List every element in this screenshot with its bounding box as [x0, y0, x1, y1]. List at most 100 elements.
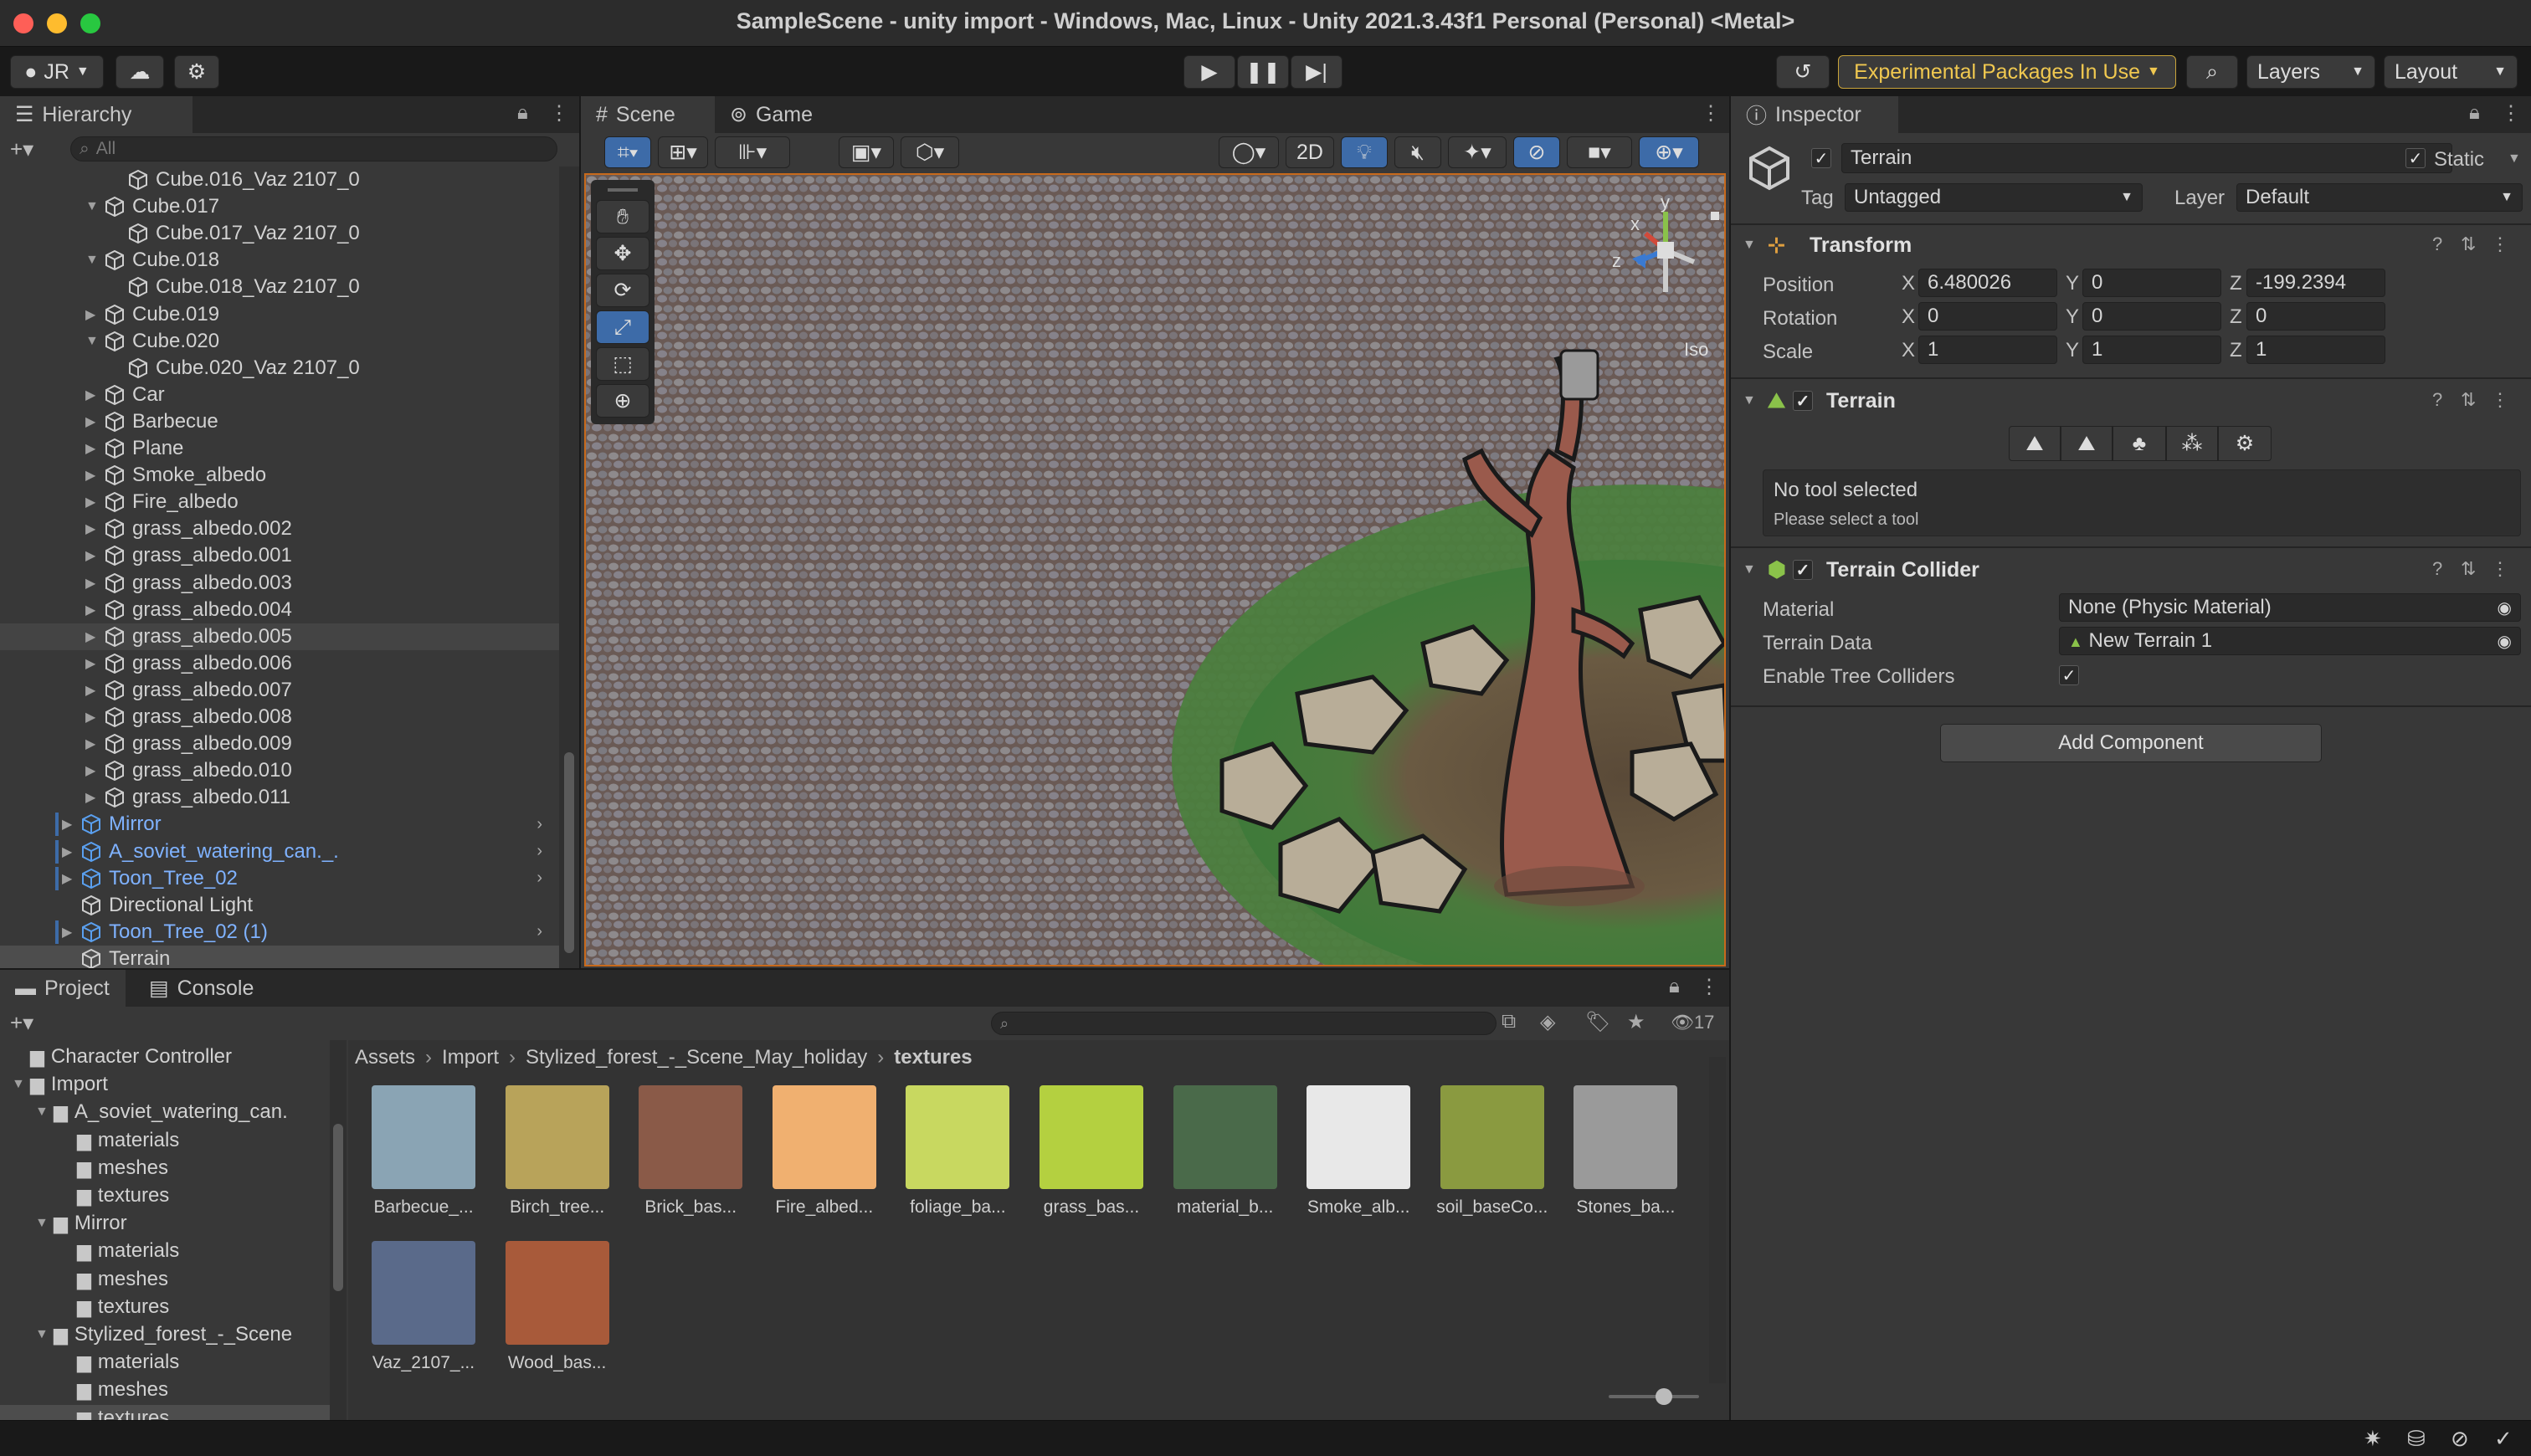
axis-x-label[interactable]: X — [1902, 272, 1915, 295]
rotation-x-field[interactable]: 0 — [1918, 302, 2057, 331]
expand-arrow-icon[interactable]: ▶ — [62, 924, 80, 941]
cloud-button[interactable]: ☁ — [116, 55, 164, 89]
pause-button[interactable]: ❚❚ — [1237, 55, 1289, 89]
collider-enabled-checkbox[interactable]: ✓ — [1793, 560, 1813, 580]
tab-hierarchy[interactable]: ☰ Hierarchy — [0, 96, 193, 133]
zoom-slider-thumb[interactable] — [1656, 1388, 1672, 1405]
hierarchy-item[interactable]: ▶ Toon_Tree_02 (1) › — [0, 919, 559, 946]
folder-scroll-thumb[interactable] — [333, 1124, 343, 1291]
folder-item[interactable]: ▼ ▆ A_soviet_watering_can. — [0, 1099, 330, 1125]
hidden-packages-count[interactable]: 👁︎17 — [1671, 1012, 1714, 1033]
axis-x-label[interactable]: X — [1902, 305, 1915, 329]
asset-item[interactable]: soil_baseCo... — [1425, 1085, 1559, 1233]
axis-y-label[interactable]: Y — [2066, 272, 2079, 295]
help-icon[interactable]: ? — [2432, 389, 2442, 411]
tab-project[interactable]: ▬ Project — [0, 970, 126, 1007]
terrain-settings-button[interactable]: ⚙ — [2218, 426, 2272, 461]
expand-arrow-icon[interactable]: ▶ — [85, 387, 104, 403]
plus-icon[interactable]: +▾ — [10, 1010, 33, 1036]
folder-item[interactable]: ▆ textures — [0, 1404, 330, 1420]
expand-arrow-icon[interactable]: ▶ — [85, 440, 104, 457]
expand-arrow-icon[interactable]: ▶ — [85, 762, 104, 779]
hierarchy-item[interactable]: ▶ Fire_albedo — [0, 489, 559, 515]
static-checkbox[interactable]: ✓ — [2405, 148, 2426, 168]
hierarchy-item[interactable]: Directional Light — [0, 892, 559, 919]
folder-scrollbar[interactable] — [330, 1040, 347, 1420]
terrain-data-field[interactable]: ▲ New Terrain 1 ◉ — [2059, 627, 2521, 655]
folder-item[interactable]: ▆ materials — [0, 1127, 330, 1154]
transform-tool-button[interactable]: ⊕ — [596, 384, 649, 418]
scale-y-field[interactable]: 1 — [2082, 336, 2221, 364]
expand-arrow-icon[interactable]: ▶ — [85, 467, 104, 484]
bug-icon[interactable]: ✷ — [2364, 1426, 2382, 1452]
rotate-tool-button[interactable]: ⟳ — [596, 274, 649, 307]
snap-increment-button[interactable]: ⊪▾ — [715, 136, 790, 168]
asset-item[interactable]: material_b... — [1158, 1085, 1292, 1233]
hierarchy-search-input[interactable]: ⌕ All — [70, 136, 557, 161]
assets-scrollbar[interactable] — [1709, 1057, 1726, 1383]
expand-arrow-icon[interactable]: ▶ — [62, 843, 80, 860]
label-icon[interactable]: 🏷︎ — [1585, 1010, 1610, 1034]
help-icon[interactable]: ? — [2432, 233, 2442, 255]
object-picker-icon[interactable]: ◉ — [2498, 631, 2512, 652]
expand-arrow-icon[interactable]: ▶ — [85, 602, 104, 618]
folder-item[interactable]: ▼ ▆ Stylized_forest_-_Scene — [0, 1321, 330, 1348]
hierarchy-item[interactable]: ▼ Cube.018 — [0, 247, 559, 274]
kebab-menu-icon[interactable]: ⋮ — [2491, 389, 2509, 411]
paint-terrain-button[interactable]: ⛰︎ — [2061, 426, 2113, 461]
presets-icon[interactable]: ⇅ — [2461, 558, 2476, 580]
expand-arrow-icon[interactable]: ▶ — [85, 306, 104, 323]
terrain-collider-header[interactable]: ▼ ⬢ ✓ Terrain Collider — [1743, 551, 2521, 588]
axis-x-label[interactable]: X — [1902, 339, 1915, 362]
history-button[interactable]: ↺ — [1776, 55, 1830, 89]
kebab-menu-icon[interactable]: ⋮ — [2501, 101, 2521, 126]
hierarchy-item[interactable]: ▶ Toon_Tree_02 › — [0, 865, 559, 892]
folder-item[interactable]: ▆ materials — [0, 1238, 330, 1264]
axis-z-label[interactable]: Z — [2230, 272, 2242, 295]
expand-arrow-icon[interactable]: ▶ — [85, 520, 104, 537]
lock-icon[interactable]: 🔒︎ — [2469, 101, 2480, 125]
tab-inspector[interactable]: ⓘ Inspector — [1731, 96, 1898, 133]
axis-y-label[interactable]: Y — [2066, 305, 2079, 329]
hierarchy-item[interactable]: Cube.020_Vaz 2107_0 — [0, 355, 559, 382]
breadcrumb-item[interactable]: textures — [894, 1046, 972, 1069]
breadcrumb-item[interactable]: Stylized_forest_-_Scene_May_holiday — [526, 1046, 867, 1069]
hierarchy-item[interactable]: ▶ grass_albedo.003 — [0, 570, 559, 597]
lock-icon[interactable]: 🔒︎ — [1669, 975, 1680, 998]
hierarchy-item[interactable]: Cube.018_Vaz 2107_0 — [0, 274, 559, 300]
scale-x-field[interactable]: 1 — [1918, 336, 2057, 364]
account-dropdown[interactable]: ● JR ▼ — [10, 55, 104, 89]
folder-item[interactable]: ▆ meshes — [0, 1377, 330, 1403]
folder-item[interactable]: ▆ meshes — [0, 1266, 330, 1293]
add-component-button[interactable]: Add Component — [1940, 724, 2322, 762]
expand-arrow-icon[interactable]: ▶ — [85, 547, 104, 564]
step-button[interactable]: ▶| — [1291, 55, 1343, 89]
search-button[interactable]: ⌕ — [2186, 55, 2238, 89]
rect-tool-button[interactable]: ⬚ — [596, 347, 649, 381]
expand-arrow-icon[interactable]: ▼ — [35, 1327, 54, 1342]
stack-icon[interactable]: ⛁ — [2407, 1426, 2426, 1452]
network-icon[interactable]: ⊘ — [2451, 1426, 2469, 1452]
position-y-field[interactable]: 0 — [2082, 269, 2221, 297]
draw-mode-button[interactable]: ▣▾ — [839, 136, 894, 168]
zoom-slider[interactable] — [1609, 1388, 1699, 1405]
transform-tools-button[interactable]: ⌗▾ — [604, 136, 651, 168]
terrain-enabled-checkbox[interactable]: ✓ — [1793, 391, 1813, 411]
hierarchy-item[interactable]: ▶ grass_albedo.006 — [0, 650, 559, 677]
material-field[interactable]: None (Physic Material) ◉ — [2059, 593, 2521, 622]
hierarchy-scroll-thumb[interactable] — [564, 752, 574, 953]
hierarchy-item[interactable]: ▶ grass_albedo.009 — [0, 731, 559, 757]
layer-dropdown[interactable]: Default ▼ — [2236, 183, 2523, 212]
expand-arrow-icon[interactable]: ▼ — [85, 199, 104, 214]
asset-item[interactable]: Barbecue_... — [357, 1085, 490, 1233]
object-picker-icon[interactable]: ◉ — [2498, 597, 2512, 618]
hierarchy-scrollbar[interactable] — [559, 167, 579, 968]
enable-tree-colliders-checkbox[interactable]: ✓ — [2059, 665, 2079, 685]
search-window-icon[interactable]: ⧉ — [1502, 1010, 1516, 1033]
asset-item[interactable]: Vaz_2107_... — [357, 1241, 490, 1388]
play-button[interactable]: ▶ — [1183, 55, 1235, 89]
check-icon[interactable]: ✓ — [2494, 1426, 2513, 1452]
hierarchy-item[interactable]: ▶ Barbecue — [0, 408, 559, 435]
expand-arrow-icon[interactable]: ▼ — [85, 253, 104, 268]
kebab-menu-icon[interactable]: ⋮ — [1701, 101, 1721, 126]
